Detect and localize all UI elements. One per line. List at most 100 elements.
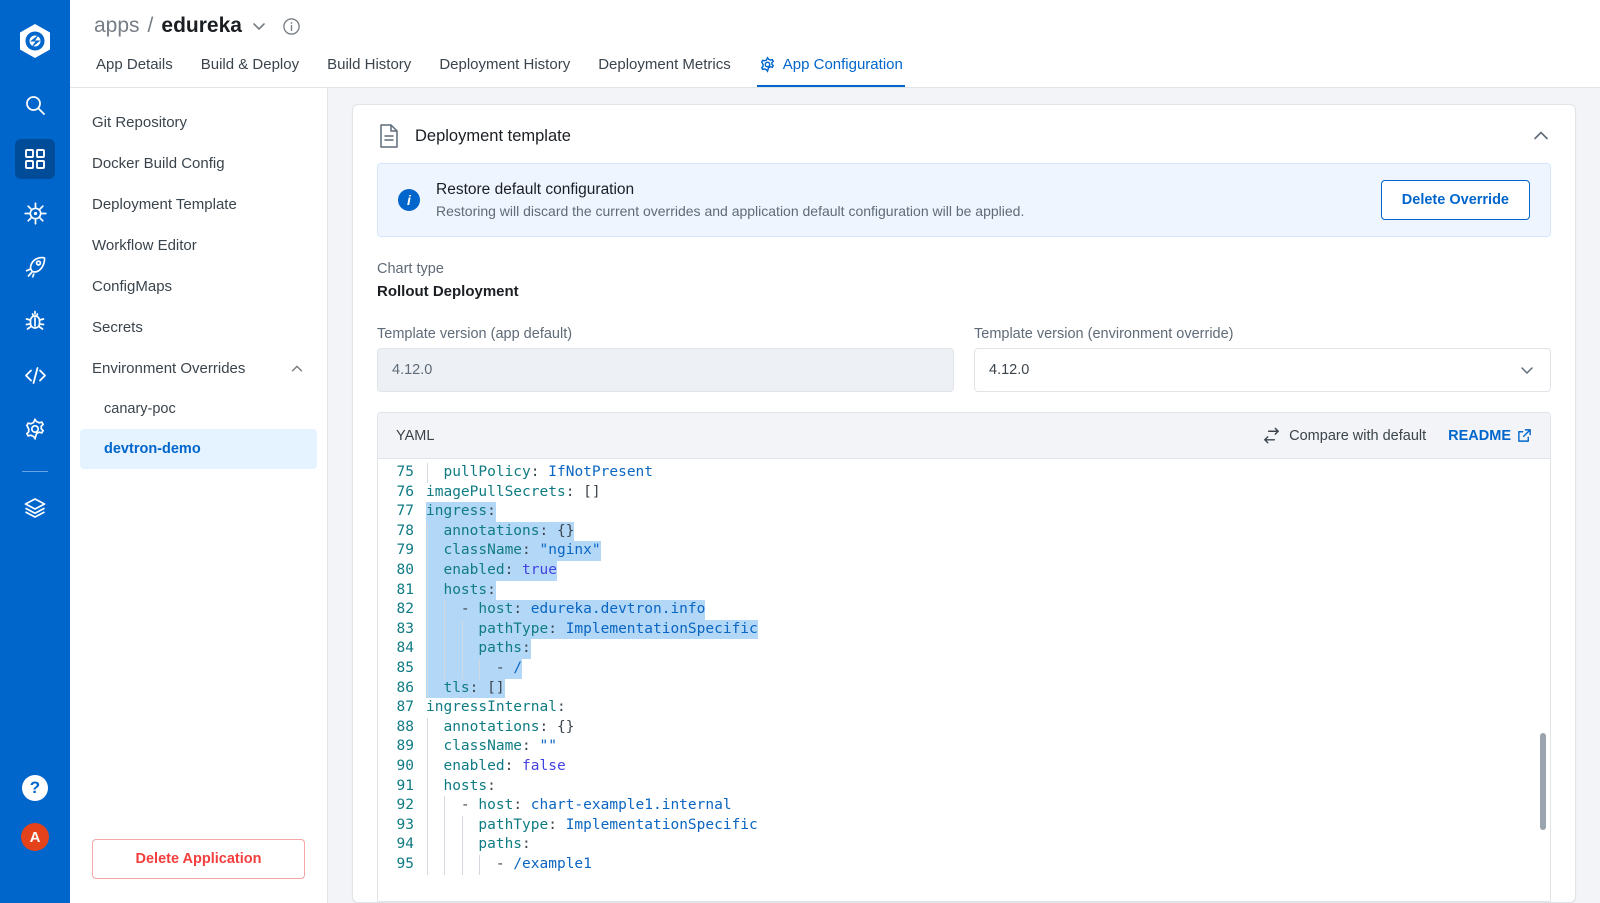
line-number: 82 bbox=[396, 601, 414, 618]
yaml-tab-label: YAML bbox=[396, 427, 435, 444]
code-line: 82 - host: edureka.devtron.info bbox=[378, 600, 1550, 620]
gear-icon bbox=[759, 56, 776, 73]
chevron-up-icon[interactable] bbox=[1531, 126, 1551, 146]
code-line-text: ingressInternal: bbox=[426, 699, 566, 716]
sidebar-item-docker-build-config[interactable]: Docker Build Config bbox=[70, 143, 327, 184]
code-line: 94 paths: bbox=[378, 835, 1550, 855]
line-number: 78 bbox=[396, 522, 414, 539]
sidebar-item-label: devtron-demo bbox=[104, 441, 201, 457]
rocket-icon[interactable] bbox=[15, 247, 55, 287]
rail-divider bbox=[22, 471, 48, 472]
app-tabs: App Details Build & Deploy Build History… bbox=[70, 48, 1600, 87]
sidebar-item-canary-poc[interactable]: canary-poc bbox=[70, 389, 327, 429]
code-line-text: imagePullSecrets: [] bbox=[426, 483, 601, 500]
template-version-env-label: Template version (environment override) bbox=[974, 326, 1234, 342]
template-version-app-field: 4.12.0 bbox=[377, 348, 954, 392]
code-line-text: tls: [] bbox=[426, 678, 505, 699]
sidebar-item-git-repository[interactable]: Git Repository bbox=[70, 102, 327, 143]
code-line: 87 ingressInternal: bbox=[378, 698, 1550, 718]
code-line-text: enabled: false bbox=[443, 757, 566, 774]
sidebar-item-configmaps[interactable]: ConfigMaps bbox=[70, 266, 327, 307]
sidebar-item-workflow-editor[interactable]: Workflow Editor bbox=[70, 225, 327, 266]
compare-with-default-button[interactable]: Compare with default bbox=[1262, 426, 1426, 445]
template-version-env-value: 4.12.0 bbox=[989, 362, 1030, 378]
tab-build-history[interactable]: Build History bbox=[325, 48, 413, 87]
compare-with-default-label: Compare with default bbox=[1289, 427, 1427, 444]
gear-icon[interactable] bbox=[15, 409, 55, 449]
sidebar-group-environment-overrides[interactable]: Environment Overrides bbox=[70, 348, 327, 389]
chevron-down-icon[interactable] bbox=[250, 17, 268, 35]
tab-deployment-metrics[interactable]: Deployment Metrics bbox=[596, 48, 733, 87]
sidebar-item-label: Deployment Template bbox=[92, 196, 237, 213]
code-line-text: enabled: true bbox=[426, 560, 557, 581]
code-line-text: annotations: {} bbox=[426, 521, 575, 542]
card-title: Deployment template bbox=[415, 126, 571, 145]
external-link-icon bbox=[1517, 428, 1532, 443]
line-number: 80 bbox=[396, 561, 414, 578]
chart-type-label: Chart type bbox=[377, 261, 444, 277]
line-number: 76 bbox=[396, 483, 414, 500]
tab-label: App Details bbox=[96, 56, 173, 73]
template-versions-row: Template version (app default) 4.12.0 Te… bbox=[377, 326, 1551, 392]
search-icon[interactable] bbox=[15, 85, 55, 125]
apps-grid-icon[interactable] bbox=[15, 139, 55, 179]
delete-override-button[interactable]: Delete Override bbox=[1380, 180, 1530, 220]
readme-link[interactable]: README bbox=[1448, 428, 1532, 444]
line-number: 85 bbox=[396, 659, 414, 676]
code-line-text: - /example1 bbox=[495, 855, 592, 872]
sidebar-item-label: Workflow Editor bbox=[92, 237, 197, 254]
code-line-text: hosts: bbox=[426, 580, 496, 601]
sidebar-item-label: ConfigMaps bbox=[92, 278, 173, 295]
code-line-text: annotations: {} bbox=[443, 718, 575, 735]
line-number: 94 bbox=[396, 836, 414, 853]
sidebar-item-secrets[interactable]: Secrets bbox=[70, 307, 327, 348]
code-line: 77 ingress: bbox=[378, 502, 1550, 522]
document-icon bbox=[377, 123, 401, 149]
yaml-code[interactable]: 75 pullPolicy: IfNotPresent 76 imagePullSe… bbox=[378, 459, 1550, 874]
page-root: apps / edureka App Details Build & Deplo… bbox=[70, 0, 1600, 903]
help-icon[interactable]: ? bbox=[22, 775, 48, 801]
bug-icon[interactable] bbox=[15, 301, 55, 341]
code-line-text: className: "" bbox=[443, 738, 557, 755]
tab-app-details[interactable]: App Details bbox=[94, 48, 175, 87]
code-line-text: - host: edureka.devtron.info bbox=[426, 600, 706, 620]
devtron-logo[interactable] bbox=[16, 22, 54, 65]
editor-vertical-scrollbar[interactable] bbox=[1540, 733, 1546, 831]
template-version-env-select[interactable]: 4.12.0 bbox=[974, 348, 1551, 392]
code-line: 76 imagePullSecrets: [] bbox=[378, 483, 1550, 503]
sidebar-item-label: Docker Build Config bbox=[92, 155, 225, 172]
sidebar-item-deployment-template[interactable]: Deployment Template bbox=[70, 184, 327, 225]
chevron-up-icon[interactable] bbox=[289, 361, 305, 377]
tab-deployment-history[interactable]: Deployment History bbox=[437, 48, 572, 87]
line-number: 77 bbox=[396, 503, 414, 520]
breadcrumb-apps[interactable]: apps bbox=[94, 14, 140, 38]
restore-default-banner: i Restore default configuration Restorin… bbox=[377, 163, 1551, 237]
delete-application-button[interactable]: Delete Application bbox=[92, 839, 305, 879]
code-line-text: className: "nginx" bbox=[426, 541, 601, 561]
content-area: Git Repository Docker Build Config Deplo… bbox=[70, 88, 1600, 903]
banner-subtitle: Restoring will discard the current overr… bbox=[436, 203, 1025, 219]
code-line: 79 className: "nginx" bbox=[378, 541, 1550, 561]
chart-store-icon[interactable] bbox=[15, 193, 55, 233]
tab-app-configuration[interactable]: App Configuration bbox=[756, 48, 905, 87]
info-circle-icon[interactable] bbox=[282, 17, 301, 36]
tab-label: Deployment Metrics bbox=[598, 56, 731, 73]
sidebar-item-devtron-demo[interactable]: devtron-demo bbox=[80, 429, 317, 469]
sidebar-item-label: canary-poc bbox=[104, 401, 176, 417]
code-line-text: pathType: ImplementationSpecific bbox=[426, 619, 758, 640]
line-number: 88 bbox=[396, 718, 414, 735]
code-line-text: ingress: bbox=[426, 502, 496, 522]
code-line-text: pullPolicy: IfNotPresent bbox=[443, 464, 654, 480]
stack-icon[interactable] bbox=[15, 488, 55, 528]
compare-arrows-icon bbox=[1262, 426, 1281, 445]
line-number: 95 bbox=[396, 855, 414, 872]
yaml-code-area[interactable]: 75 pullPolicy: IfNotPresent 76 imagePullSe… bbox=[378, 459, 1550, 901]
chevron-down-icon[interactable] bbox=[1518, 361, 1536, 379]
yaml-editor-toolbar: YAML Compare with default README bbox=[378, 413, 1550, 459]
tab-label: Build & Deploy bbox=[200, 56, 300, 73]
breadcrumb-app-name: edureka bbox=[161, 14, 242, 37]
code-icon[interactable] bbox=[15, 355, 55, 395]
tab-build-deploy[interactable]: Build & Deploy bbox=[199, 48, 301, 87]
line-number: 83 bbox=[396, 620, 414, 637]
avatar[interactable]: A bbox=[21, 823, 49, 851]
